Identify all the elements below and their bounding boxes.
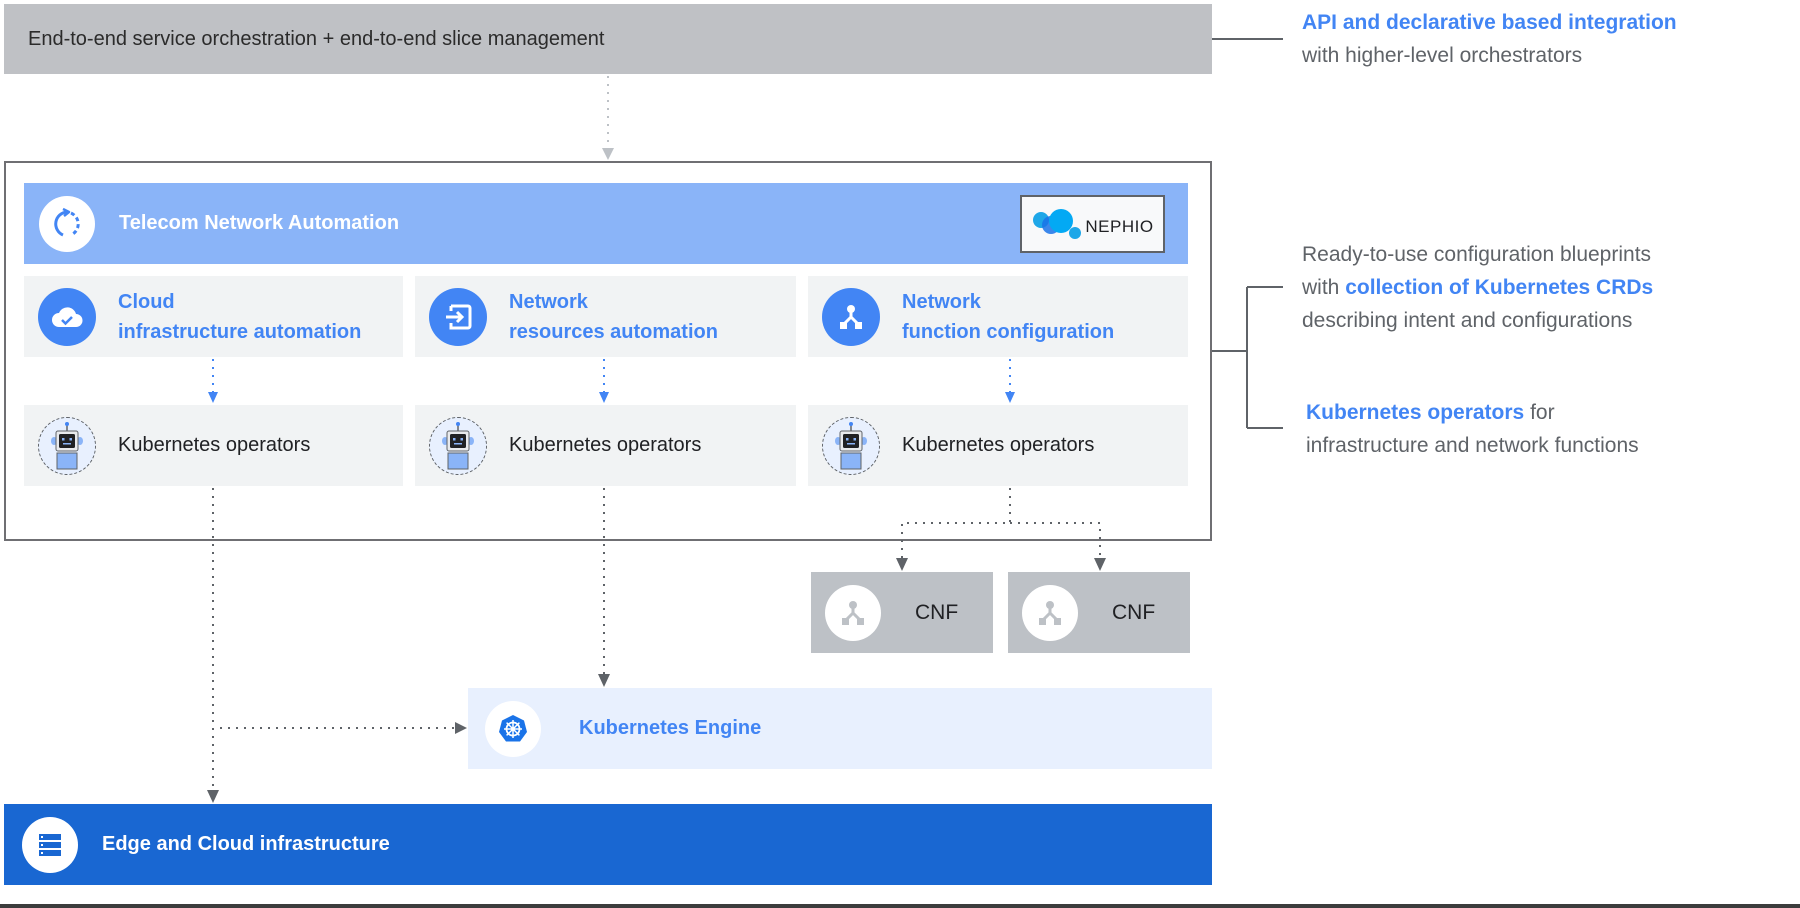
nephio-wordmark: NEPHIO — [1085, 217, 1154, 236]
blueprints-line1: Ready-to-use configuration blueprints — [1302, 243, 1652, 266]
operators-label: Kubernetes operators — [118, 434, 311, 456]
server-stack-icon — [22, 816, 78, 873]
crds-highlight: collection of Kubernetes CRDs — [1345, 276, 1654, 299]
orchestration-arrowhead — [602, 148, 614, 160]
operators-highlight: Kubernetes operators — [1306, 401, 1525, 424]
kubernetes-engine-label: Kubernetes Engine — [579, 717, 762, 739]
network-nodes-icon — [1022, 584, 1078, 641]
input-arrow-icon — [429, 287, 487, 346]
card-title-line2: resources automation — [509, 320, 718, 343]
robot-icon — [429, 416, 487, 475]
automation-title: Telecom Network Automation — [119, 212, 400, 234]
robot-icon — [822, 416, 880, 475]
telecom-network-automation-header: Telecom Network Automation — [24, 183, 1188, 264]
cnf-label: CNF — [1112, 600, 1156, 624]
sync-cycle-icon — [39, 195, 95, 252]
api-highlight: API and declarative based integration — [1302, 11, 1677, 34]
operators-label: Kubernetes operators — [902, 434, 1095, 456]
operators-suffix: for — [1524, 401, 1555, 424]
card-title-line2: infrastructure automation — [118, 320, 362, 343]
kubernetes-engine-box: Kubernetes Engine — [468, 688, 1212, 769]
cloud-infrastructure-automation-card: Cloud infrastructure automation — [24, 276, 403, 357]
api-rest: with higher-level orchestrators — [1302, 44, 1583, 67]
card-title-line1: Cloud — [118, 290, 175, 313]
blueprints-note: Ready-to-use configuration blueprints wi… — [1302, 238, 1653, 337]
card-title-line1: Network — [902, 290, 981, 313]
cnf-box: CNF — [811, 572, 993, 653]
kubernetes-operators-card: Kubernetes operators — [808, 405, 1188, 486]
annotation-brackets — [1212, 38, 1283, 429]
edge-label: Edge and Cloud infrastructure — [102, 833, 390, 855]
network-nodes-icon — [825, 584, 881, 641]
network-resources-automation-card: Network resources automation — [415, 276, 796, 357]
card-title-line1: Network — [509, 290, 588, 313]
cloud-check-icon — [38, 287, 96, 346]
cnf-label: CNF — [915, 600, 959, 624]
nephio-logo: NEPHIO — [1020, 195, 1165, 253]
robot-icon — [38, 416, 96, 475]
nephio-bubbles-icon — [1033, 209, 1082, 239]
orchestration-label: End-to-end service orchestration + end-t… — [28, 27, 605, 50]
card-title-line2: function configuration — [902, 320, 1115, 343]
operators-line2: infrastructure and network functions — [1306, 434, 1639, 457]
kubernetes-operators-card: Kubernetes operators — [415, 405, 796, 486]
bottom-divider — [0, 904, 1800, 908]
operators-note: Kubernetes operators for infrastructure … — [1306, 396, 1639, 462]
blueprints-prefix: with — [1302, 276, 1346, 299]
network-nodes-icon — [822, 287, 880, 346]
operators-label: Kubernetes operators — [509, 434, 702, 456]
kubernetes-wheel-icon — [485, 700, 541, 757]
edge-cloud-infrastructure-bar: Edge and Cloud infrastructure — [4, 804, 1212, 885]
kubernetes-operators-card: Kubernetes operators — [24, 405, 403, 486]
network-function-configuration-card: Network function configuration — [808, 276, 1188, 357]
orchestration-bar: End-to-end service orchestration + end-t… — [4, 4, 1212, 74]
blueprints-line3: describing intent and configurations — [1302, 309, 1633, 332]
cnf-box: CNF — [1008, 572, 1190, 653]
api-integration-note: API and declarative based integration wi… — [1302, 6, 1677, 72]
